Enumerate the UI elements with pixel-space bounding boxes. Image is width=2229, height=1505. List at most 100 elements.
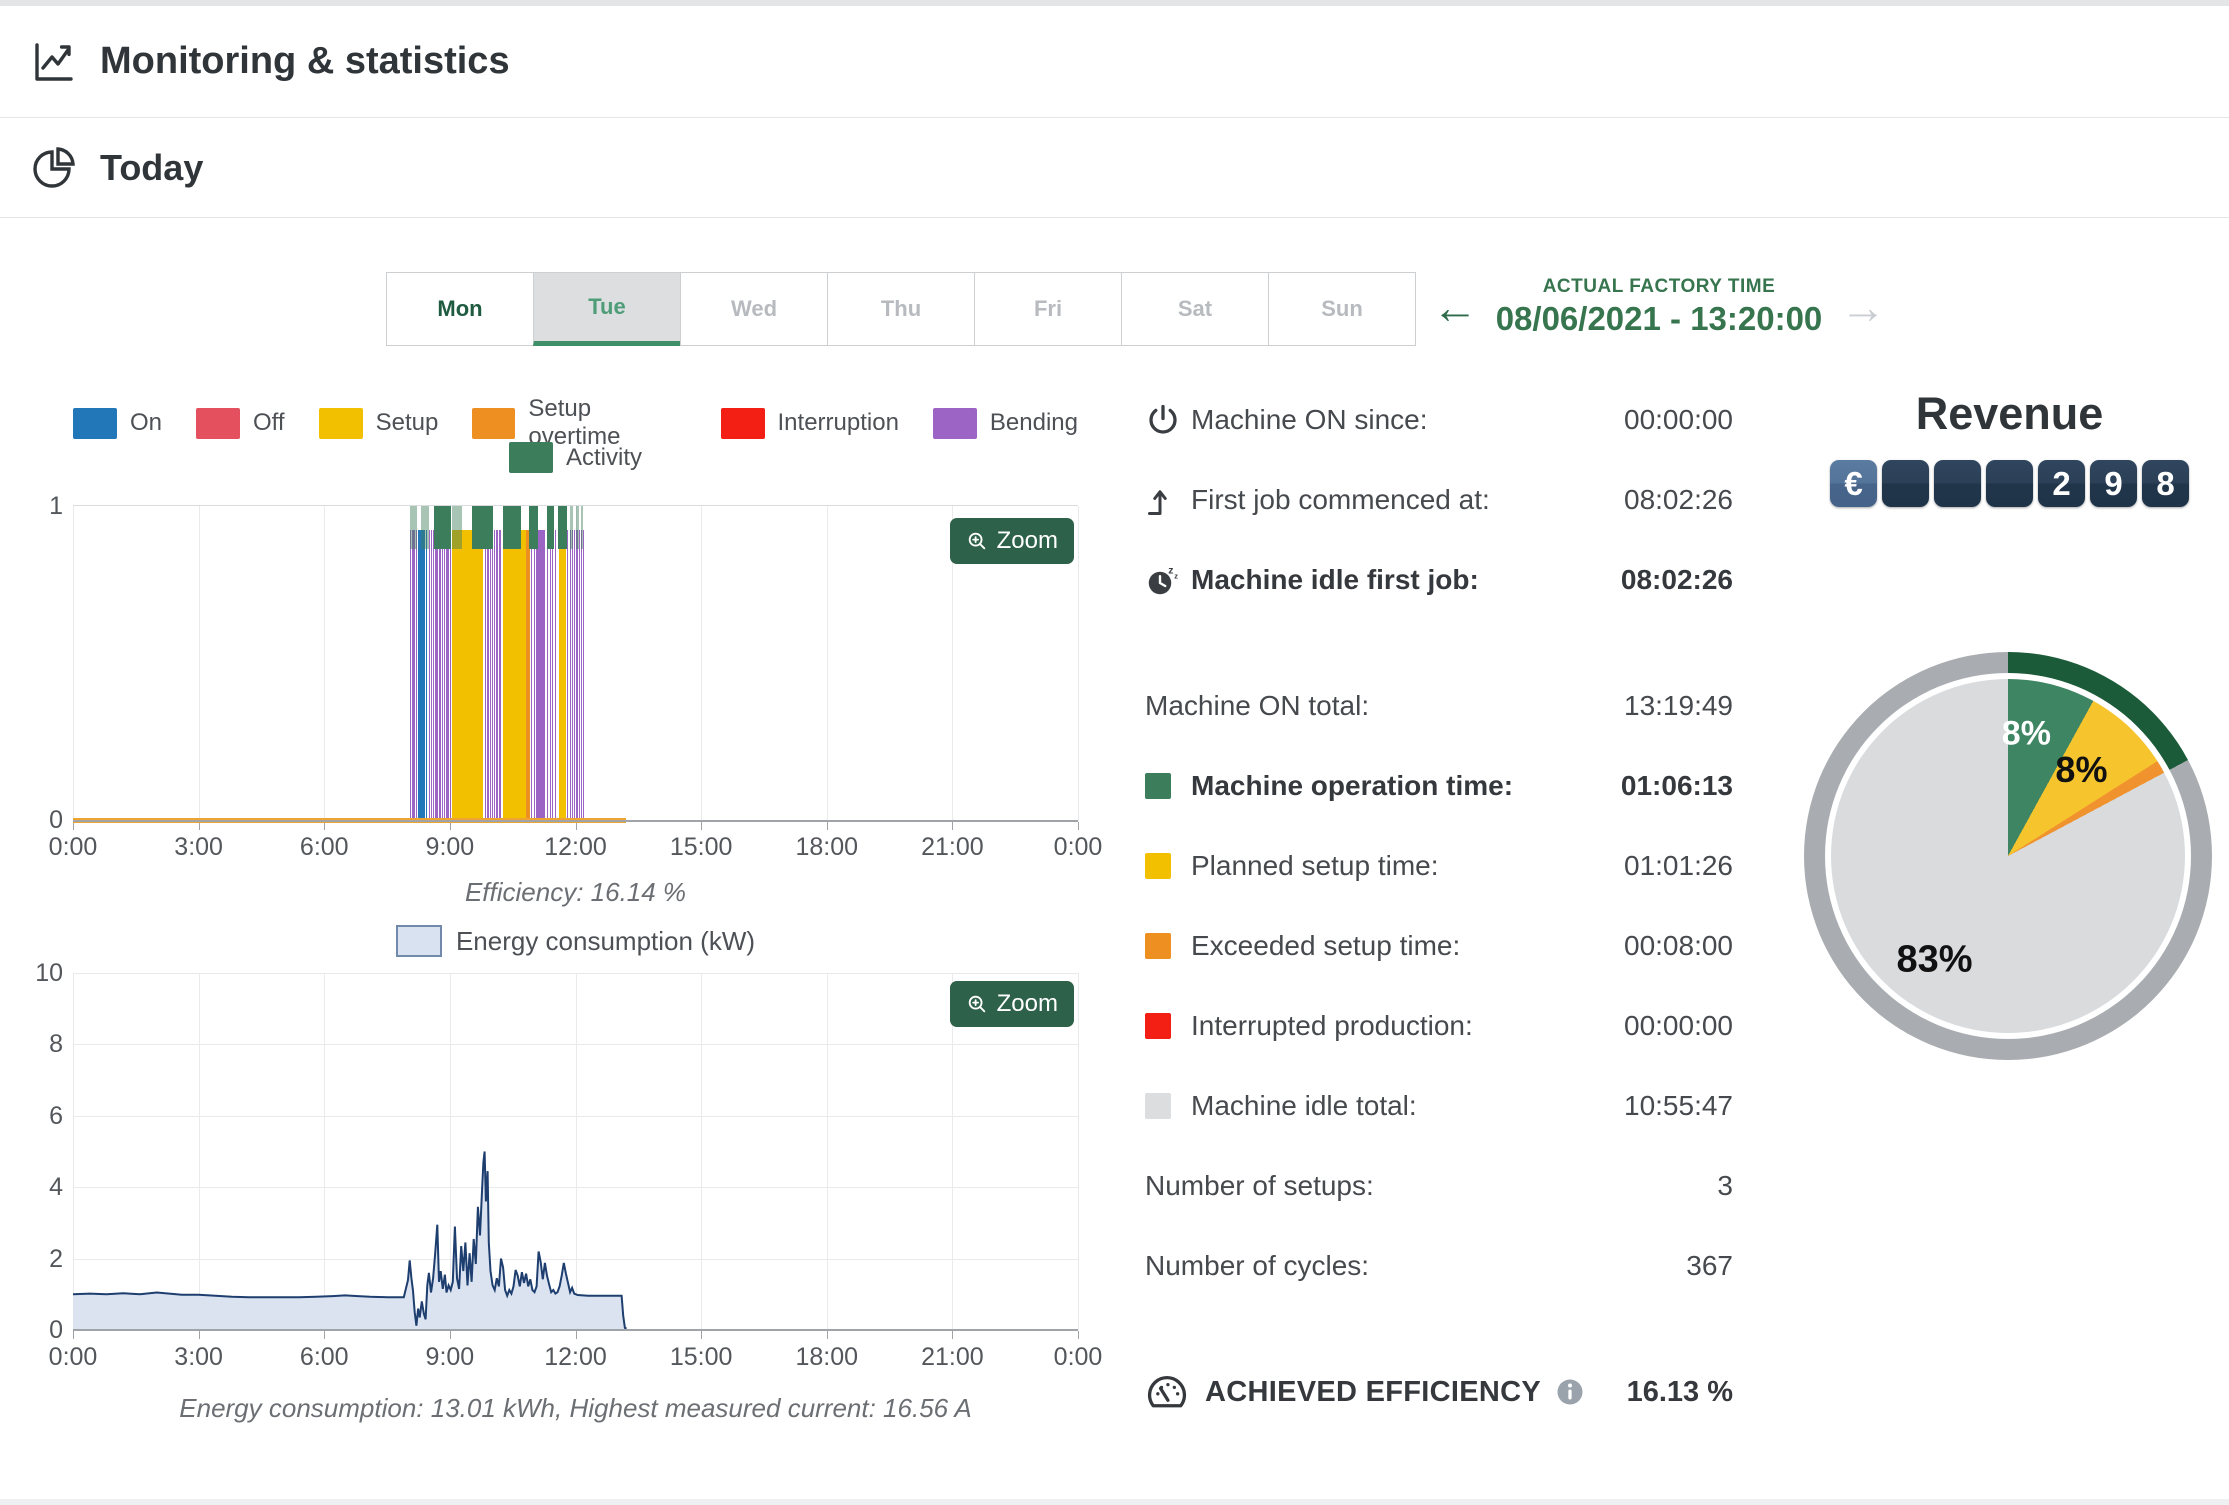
tab-wed[interactable]: Wed [680,272,828,346]
status-segment-bend [484,529,486,821]
activity-segment [580,506,584,550]
line-chart-icon [30,38,78,86]
revenue-panel: Revenue €2 9 8 8% 8% 83% [1790,388,2229,1408]
tab-mon[interactable]: Mon [386,272,534,346]
stat-label: Machine operation time: [1191,770,1514,801]
tab-sun[interactable]: Sun [1268,272,1416,346]
gridline [73,506,74,821]
stat-value: 00:00:00 [1624,404,1733,435]
stat-row-slot [1145,482,1191,518]
revenue-counter: €2 9 8 [1790,460,2229,507]
stat-label: Machine idle total: [1191,1090,1417,1121]
activity-segment [528,506,538,550]
y-axis-tick: 2 [49,1244,63,1273]
status-segment-bend [496,529,498,821]
stat-swatch [1145,1013,1171,1039]
legend-item-bend: Bending [932,407,1078,439]
stat-row-slot: zz [1145,562,1191,598]
factory-time-value: 08/06/2021 - 13:20:00 [1495,300,1823,337]
previous-day-arrow[interactable]: ← [1432,284,1478,330]
y-axis-tick: 0 [49,806,63,834]
zoom-button[interactable]: Zoom [949,981,1074,1027]
stat-swatch [1145,853,1171,879]
factory-time-block: ← ACTUAL FACTORY TIME 08/06/2021 - 13:20… [1432,276,1886,338]
gridline [1078,973,1079,1330]
section-title: Today [100,147,204,188]
legend-swatch-setup [318,407,363,439]
stats-top-group: Machine ON since: 00:00:00 First job comme… [1145,380,1739,620]
x-axis-tick: 9:00 [425,1343,475,1371]
x-axis-tick: 3:00 [174,1343,223,1371]
axis-tick [73,1331,74,1339]
tab-tue[interactable]: Tue [533,272,681,346]
activity-segment [452,506,463,550]
x-axis-tick: 0:00 [1053,1343,1103,1371]
svg-text:z: z [1174,572,1178,581]
stat-row: First job commenced at: 08:02:26 [1145,460,1739,540]
x-axis-tick: 21:00 [921,833,984,861]
gridline [701,506,703,821]
stat-label: Interrupted production: [1191,1010,1473,1041]
axis-tick [826,822,828,830]
factory-time-label: ACTUAL FACTORY TIME [1542,276,1776,297]
x-axis-line [73,1329,1078,1331]
zoom-button-label: Zoom [996,990,1058,1017]
pie-label-setup: 8% [2055,749,2108,791]
revenue-title: Revenue [1915,388,2104,439]
stat-row: Interrupted production: 00:00:00 [1145,986,1739,1066]
legend-swatch-on [73,407,117,439]
status-segment-on [417,529,425,821]
activity-segment [433,506,452,550]
legend-item-interrupt: Interruption [720,407,899,439]
x-axis-tick: 15:00 [669,833,733,861]
x-axis-tick: 9:00 [425,833,475,861]
status-segment-bend [580,529,582,821]
energy-legend: Energy consumption (kW) [73,925,1078,957]
stat-label: Exceeded setup time: [1191,930,1461,961]
energy-caption: Energy consumption: 13.01 kWh, Highest m… [179,1393,972,1423]
legend-swatch-bend [932,407,977,439]
status-segment-bend [554,529,556,821]
revenue-digit-tile [1882,460,1929,507]
power-icon [1145,402,1181,438]
status-segment-bend [533,529,535,821]
stat-row: Machine ON total: 13:19:49 [1145,666,1739,746]
zoom-button[interactable]: Zoom [949,518,1074,564]
y-axis-tick: 6 [49,1101,63,1130]
status-segment-bend [536,529,546,821]
status-segment-bend [575,529,577,821]
stat-label: Machine ON since: [1191,404,1428,435]
stat-label: Number of cycles: [1145,1250,1370,1281]
activity-legend: Activity [73,442,1078,473]
stat-row: Machine ON since: 00:00:00 [1145,380,1739,460]
info-icon[interactable] [1555,1377,1585,1407]
stat-row-slot [1145,853,1191,879]
tab-thu[interactable]: Thu [827,272,975,346]
stat-row-slot [1145,402,1191,438]
tab-sat[interactable]: Sat [1121,272,1269,346]
x-axis-tick: 6:00 [299,1343,349,1371]
stats-main-group: Machine ON total: 13:19:49 Machine operati… [1145,666,1739,1306]
activity-segment [569,506,574,550]
pie-chart-icon [30,144,78,192]
first-job-icon [1145,482,1181,518]
gridline [324,506,326,821]
next-day-arrow[interactable]: → [1840,284,1886,330]
page-header: Monitoring & statistics [0,6,2229,118]
status-segment-bend [413,529,415,821]
factory-time-text: ACTUAL FACTORY TIME 08/06/2021 - 13:20:0… [1494,276,1824,338]
revenue-digit-tile: 9 [2090,460,2137,507]
tab-fri[interactable]: Fri [974,272,1122,346]
legend-item-activity: Activity [508,442,642,473]
legend-label: Activity [565,443,642,471]
legend-label: Setup [375,409,439,436]
machine-status-chart[interactable]: 1 0 Zoom [49,492,1079,834]
status-segment-setup [452,529,484,821]
stat-value: 00:08:00 [1624,930,1733,961]
stat-value: 08:02:26 [1624,484,1733,515]
status-segment-bend [435,529,439,821]
status-segment-bend [449,529,452,821]
status-segment-bend [569,529,571,821]
energy-chart[interactable]: Zoom 10 8 6 4 2 0 [35,959,1079,1344]
axis-tick [701,822,703,830]
